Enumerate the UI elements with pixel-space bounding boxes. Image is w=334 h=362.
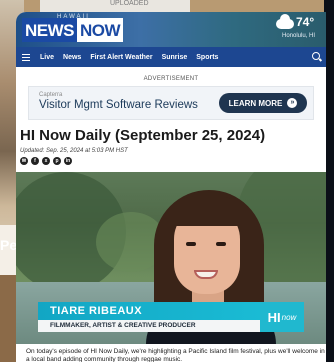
background-card-top: UPLOADED (40, 0, 190, 12)
advertisement-banner[interactable]: Capterra Visitor Mgmt Software Reviews L… (28, 86, 314, 120)
facebook-icon[interactable]: f (31, 157, 39, 165)
nav-item-sports[interactable]: Sports (196, 54, 218, 61)
nav-item-live[interactable]: Live (40, 54, 54, 61)
weather-widget[interactable]: 74° Honolulu, HI (274, 14, 320, 45)
guest-name: TIARE RIBEAUX (50, 305, 143, 317)
lower-third-role-bar: FILMMAKER, ARTIST & CREATIVE PRODUCER (38, 320, 260, 332)
hi-now-logo-now: now (281, 312, 297, 322)
person-eye (216, 242, 226, 246)
article-updated-time: Updated: Sep. 25, 2024 at 5:03 PM HST (20, 148, 128, 154)
learn-more-label: LEARN MORE (228, 98, 283, 108)
ad-title[interactable]: Visitor Mgmt Software Reviews (39, 99, 198, 111)
article-body: On today's episode of HI Now Daily, we'r… (26, 348, 325, 362)
weather-temperature: 74° (296, 15, 315, 29)
linkedin-icon[interactable]: in (64, 157, 72, 165)
pinterest-icon[interactable]: p (53, 157, 61, 165)
ad-brand: Capterra (39, 92, 63, 98)
nav-item-sunrise[interactable]: Sunrise (162, 54, 188, 61)
person-eye (186, 242, 196, 246)
site-header: HAWAII NEWS NOW 74° Honolulu, HI (16, 12, 326, 47)
logo-now: NOW (77, 18, 124, 42)
person-bangs (170, 196, 244, 226)
weather-location: Honolulu, HI (282, 33, 316, 39)
video-player[interactable]: TIARE RIBEAUX FILMMAKER, ARTIST & CREATI… (16, 172, 326, 344)
background-card-top-text: UPLOADED (110, 0, 149, 7)
x-icon[interactable]: x (42, 157, 50, 165)
learn-more-button[interactable]: LEARN MORE » (219, 93, 307, 113)
email-icon[interactable]: ✉ (20, 157, 28, 165)
ad-label: ADVERTISEMENT (143, 76, 199, 82)
background-photo-bottom (0, 275, 16, 362)
main-nav: Live News First Alert Weather Sunrise Sp… (16, 47, 326, 67)
share-bar: ✉ f x p in (20, 157, 72, 165)
menu-icon[interactable] (22, 53, 30, 61)
nav-item-news[interactable]: News (63, 54, 81, 61)
guest-role: FILMMAKER, ARTIST & CREATIVE PRODUCER (50, 322, 196, 329)
hi-now-logo: HI now (260, 302, 304, 332)
partly-cloudy-icon (276, 14, 294, 29)
site-logo[interactable]: HAWAII NEWS NOW (22, 14, 124, 42)
search-icon[interactable] (312, 52, 320, 60)
phone-screen: HAWAII NEWS NOW 74° Honolulu, HI Live Ne… (16, 12, 326, 362)
nav-item-first-alert-weather[interactable]: First Alert Weather (90, 54, 152, 61)
chevron-right-double-icon: » (287, 98, 298, 108)
logo-region: HAWAII (57, 14, 90, 20)
logo-news: NEWS (22, 18, 77, 42)
background-left-text: Pe (0, 237, 18, 253)
lower-third-graphic: TIARE RIBEAUX FILMMAKER, ARTIST & CREATI… (38, 302, 310, 336)
article-headline: HI Now Daily (September 25, 2024) (20, 127, 266, 144)
hi-now-logo-hi: HI (267, 309, 281, 325)
lower-third-name-bar: TIARE RIBEAUX (38, 302, 260, 320)
